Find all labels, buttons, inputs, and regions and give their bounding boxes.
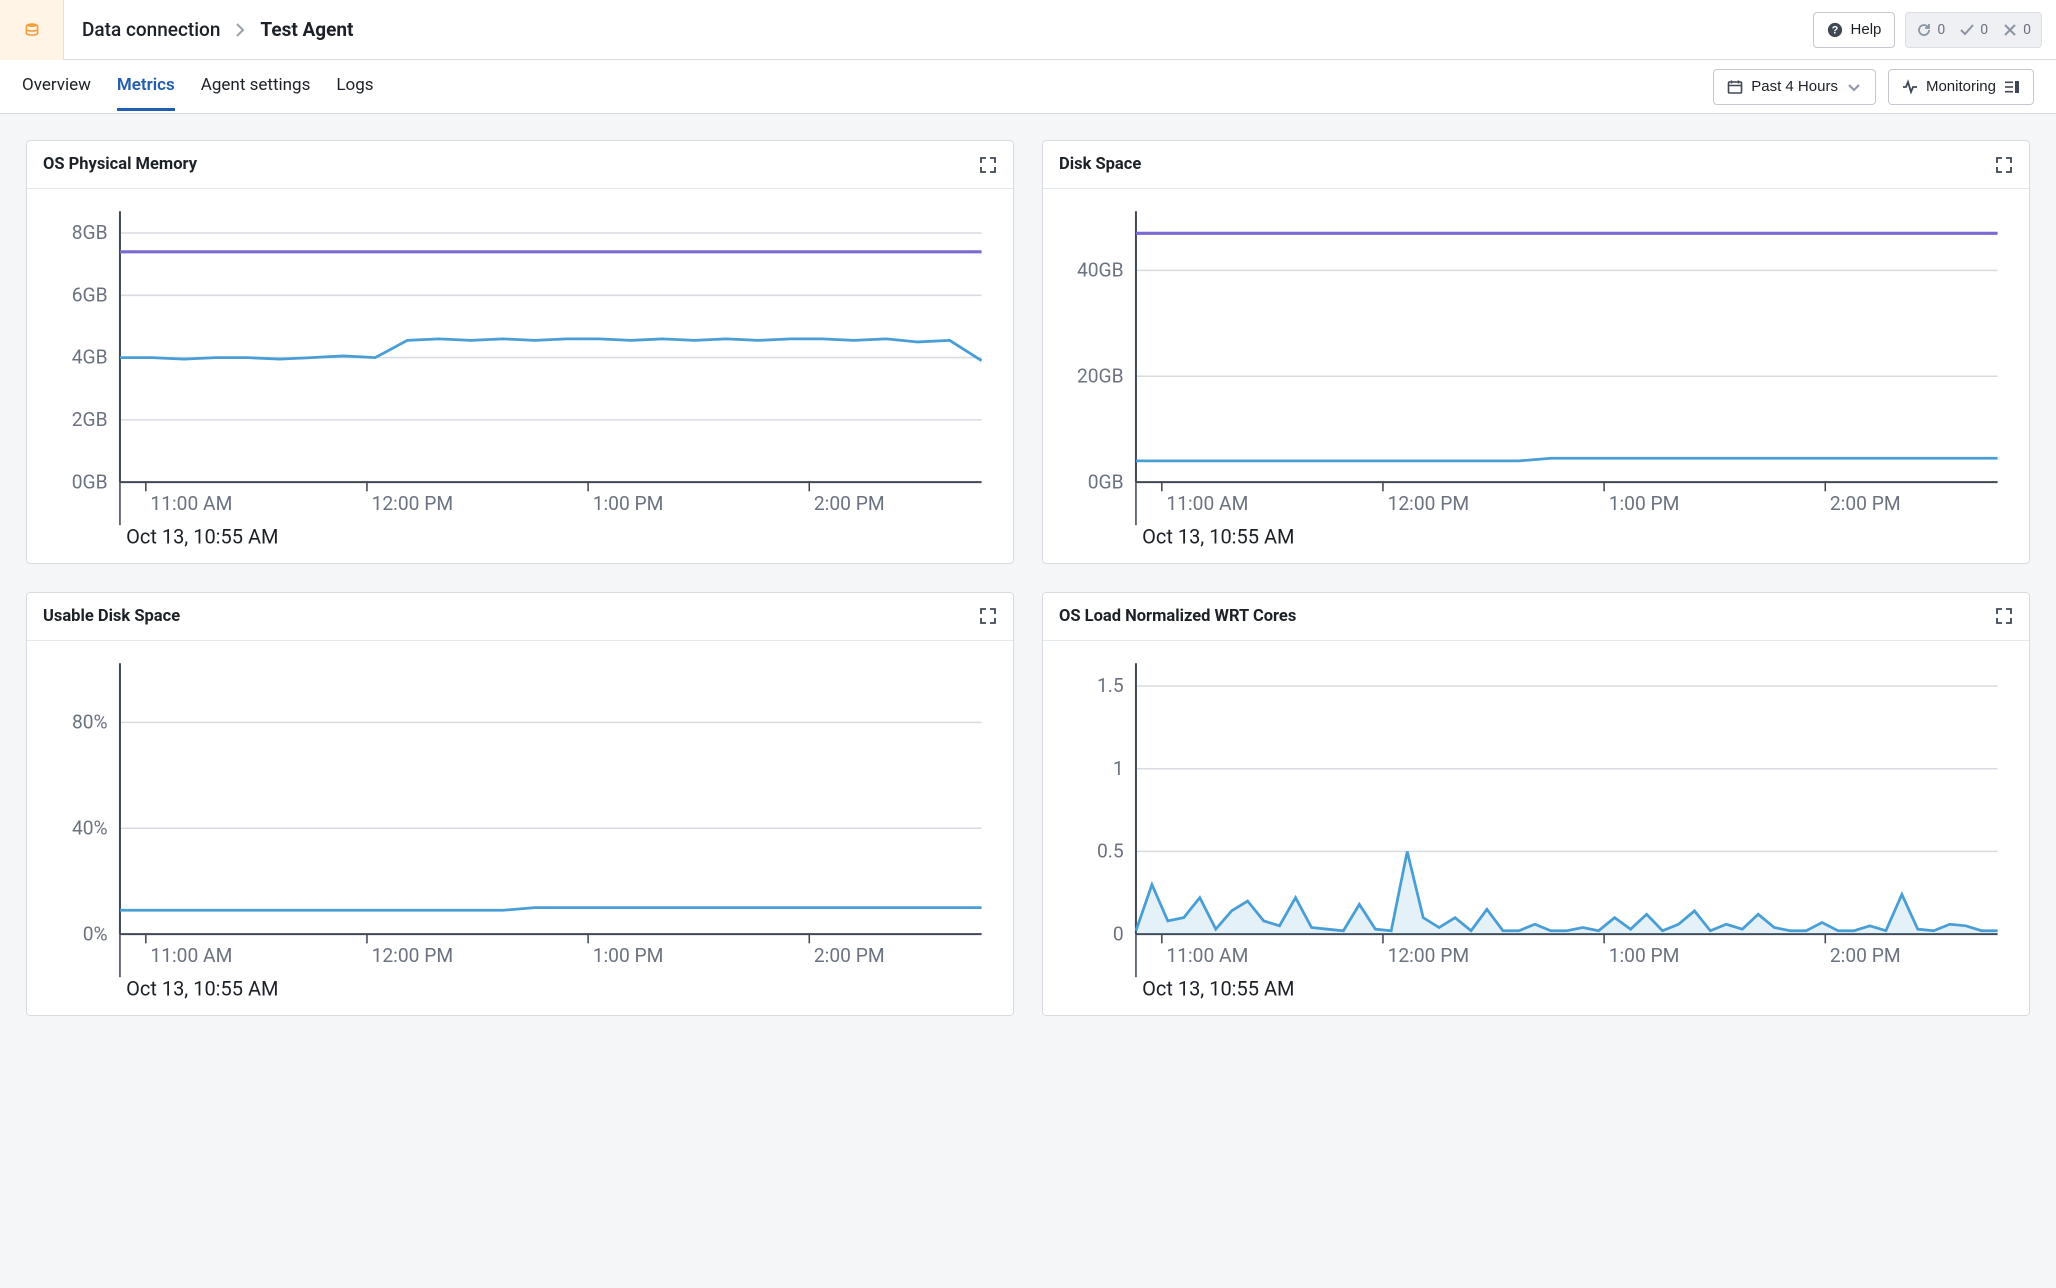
svg-text:4GB: 4GB [72,346,108,369]
chart-os-physical-memory: 0GB 2GB 4GB 6GB 8GB 11:00 AM 12:00 PM 1:00 PM 2:… [27,189,1013,563]
help-icon: ? [1827,22,1843,38]
monitoring-label: Monitoring [1926,78,1996,95]
activity-icon [1902,79,1918,95]
expand-button[interactable] [1995,156,2013,174]
svg-text:40GB: 40GB [1077,259,1124,282]
svg-text:Oct 13, 10:55 AM: Oct 13, 10:55 AM [126,977,278,1001]
svg-text:0%: 0% [83,922,108,945]
svg-text:2:00 PM: 2:00 PM [814,944,885,967]
status-done-count: 0 [1980,22,1988,38]
card-os-load: OS Load Normalized WRT Cores 0 0.5 1 1.5 11:… [1042,592,2030,1016]
svg-text:Oct 13, 10:55 AM: Oct 13, 10:55 AM [1142,977,1294,1001]
svg-text:Oct 13, 10:55 AM: Oct 13, 10:55 AM [1142,525,1294,549]
status-pill: 0 0 0 [1905,12,2042,48]
status-done[interactable]: 0 [1959,22,1988,38]
breadcrumb-current: Test Agent [260,18,353,41]
svg-text:1:00 PM: 1:00 PM [593,492,664,515]
svg-text:2:00 PM: 2:00 PM [1830,944,1901,967]
expand-button[interactable] [979,607,997,625]
monitoring-button[interactable]: Monitoring [1888,69,2034,105]
card-os-physical-memory: OS Physical Memory 0GB 2GB 4GB 6GB 8GB 11:00 … [26,140,1014,564]
svg-text:0GB: 0GB [1088,470,1124,493]
svg-text:0: 0 [1113,922,1124,945]
svg-text:20GB: 20GB [1077,364,1124,387]
breadcrumb: Data connection Test Agent [64,18,353,41]
app-icon-wrap [0,0,64,60]
svg-text:12:00 PM: 12:00 PM [1388,944,1470,967]
svg-text:0.5: 0.5 [1097,839,1124,862]
svg-text:1: 1 [1113,757,1124,780]
time-range-picker[interactable]: Past 4 Hours [1713,69,1876,105]
svg-text:6GB: 6GB [72,283,108,306]
breadcrumb-parent[interactable]: Data connection [82,18,220,41]
panel-toggle-icon [2004,79,2020,95]
tab-agent-settings[interactable]: Agent settings [201,63,311,111]
svg-text:11:00 AM: 11:00 AM [1166,492,1248,515]
tab-metrics[interactable]: Metrics [117,63,175,111]
chevron-down-icon [1846,79,1862,95]
status-running-count: 0 [1937,22,1945,38]
svg-text:12:00 PM: 12:00 PM [372,492,454,515]
svg-text:?: ? [1831,24,1838,36]
svg-text:80%: 80% [72,710,108,733]
svg-text:Oct 13, 10:55 AM: Oct 13, 10:55 AM [126,525,278,549]
header-bar: Data connection Test Agent ? Help 0 [0,0,2056,60]
svg-text:12:00 PM: 12:00 PM [1388,492,1470,515]
svg-text:1:00 PM: 1:00 PM [1609,492,1680,515]
card-title: Disk Space [1059,155,1141,174]
card-title: OS Physical Memory [43,155,197,174]
help-label: Help [1851,21,1882,38]
tab-overview[interactable]: Overview [22,63,91,111]
card-usable-disk-space: Usable Disk Space 0% 40% 80% 11:00 AM 12:00 … [26,592,1014,1016]
tab-logs[interactable]: Logs [336,63,373,111]
tabs: Overview Metrics Agent settings Logs [22,63,374,111]
help-button[interactable]: ? Help [1813,12,1896,48]
refresh-icon [1916,22,1932,38]
database-icon [24,22,40,38]
status-running[interactable]: 0 [1916,22,1945,38]
metrics-grid: OS Physical Memory 0GB2GB4GB6GB8GB11:00 … [0,114,2056,1042]
close-icon [2002,22,2018,38]
calendar-icon [1727,79,1743,95]
time-range-label: Past 4 Hours [1751,78,1838,95]
svg-text:2GB: 2GB [72,408,108,431]
svg-text:2:00 PM: 2:00 PM [814,492,885,515]
svg-text:0GB: 0GB [72,470,108,493]
svg-text:12:00 PM: 12:00 PM [372,944,454,967]
subheader: Overview Metrics Agent settings Logs Pas… [0,60,2056,114]
chart-usable-disk-space: 0% 40% 80% 11:00 AM 12:00 PM 1:00 PM 2:00 PM Oc… [27,641,1013,1015]
status-failed-count: 0 [2023,22,2031,38]
expand-button[interactable] [1995,607,2013,625]
svg-text:1:00 PM: 1:00 PM [1609,944,1680,967]
svg-text:1.5: 1.5 [1097,674,1124,697]
expand-button[interactable] [979,156,997,174]
svg-text:11:00 AM: 11:00 AM [150,492,232,515]
header-actions: ? Help 0 0 0 [1813,12,2056,48]
chart-os-load: 0 0.5 1 1.5 11:00 AM 12:00 PM 1:00 PM 2:00 PM Oc… [1043,641,2029,1015]
check-icon [1959,22,1975,38]
svg-text:8GB: 8GB [72,221,108,244]
chart-disk-space: 0GB 20GB 40GB 11:00 AM 12:00 PM 1:00 PM 2:00 P… [1043,189,2029,563]
svg-text:2:00 PM: 2:00 PM [1830,492,1901,515]
card-disk-space: Disk Space 0GB 20GB 40GB 11:00 AM 12:00 PM 1:… [1042,140,2030,564]
card-title: OS Load Normalized WRT Cores [1059,607,1296,626]
svg-text:1:00 PM: 1:00 PM [593,944,664,967]
status-failed[interactable]: 0 [2002,22,2031,38]
svg-text:11:00 AM: 11:00 AM [150,944,232,967]
chevron-right-icon [232,22,248,38]
svg-text:11:00 AM: 11:00 AM [1166,944,1248,967]
card-title: Usable Disk Space [43,607,180,626]
svg-text:40%: 40% [72,816,108,839]
